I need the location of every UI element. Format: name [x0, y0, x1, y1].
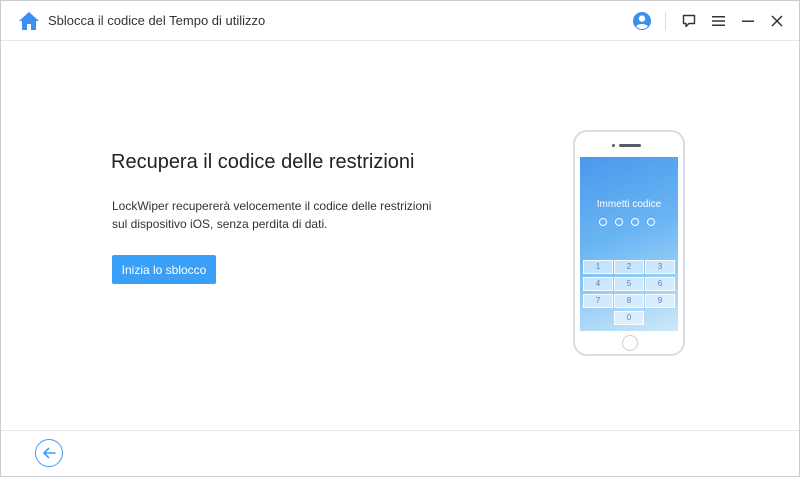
phone-screen: Immetti codice 1 2 3 4 5 6 7 8 9 0	[580, 157, 678, 331]
keypad-key: 5	[614, 277, 644, 291]
passcode-dot	[631, 218, 639, 226]
keypad-key: 0	[614, 311, 644, 325]
phone-speaker	[619, 144, 641, 147]
page-title: Recupera il codice delle restrizioni	[111, 151, 415, 173]
keypad-key: 9	[645, 294, 675, 308]
keypad-key: 6	[645, 277, 675, 291]
footer-divider	[1, 430, 799, 431]
passcode-dots	[599, 218, 659, 228]
chat-icon[interactable]	[679, 11, 699, 31]
keypad-key: 4	[583, 277, 613, 291]
window-title: Sblocca il codice del Tempo di utilizzo	[48, 13, 266, 28]
back-button[interactable]	[35, 439, 63, 467]
keypad-key: 2	[614, 260, 644, 274]
phone-camera	[612, 144, 615, 147]
titlebar-divider	[665, 12, 666, 31]
arrow-left-icon	[42, 447, 56, 459]
home-icon[interactable]	[18, 11, 40, 31]
menu-icon[interactable]	[708, 11, 728, 31]
title-bar: Sblocca il codice del Tempo di utilizzo	[1, 1, 799, 41]
page-description: LockWiper recupererà velocemente il codi…	[112, 199, 432, 231]
user-icon[interactable]	[632, 11, 652, 31]
minimize-icon[interactable]	[738, 11, 758, 31]
passcode-prompt: Immetti codice	[596, 199, 662, 210]
start-unlock-button[interactable]: Inizia lo sblocco	[112, 255, 216, 284]
passcode-dot	[615, 218, 623, 226]
close-icon[interactable]	[767, 11, 787, 31]
passcode-dot	[647, 218, 655, 226]
keypad-key: 1	[583, 260, 613, 274]
app-window: Sblocca il codice del Tempo di utilizzo	[0, 0, 800, 477]
phone-home-button	[622, 335, 638, 351]
keypad-key: 8	[614, 294, 644, 308]
passcode-dot	[599, 218, 607, 226]
keypad-key: 7	[583, 294, 613, 308]
phone-illustration: Immetti codice 1 2 3 4 5 6 7 8 9 0	[573, 130, 685, 356]
keypad-key: 3	[645, 260, 675, 274]
